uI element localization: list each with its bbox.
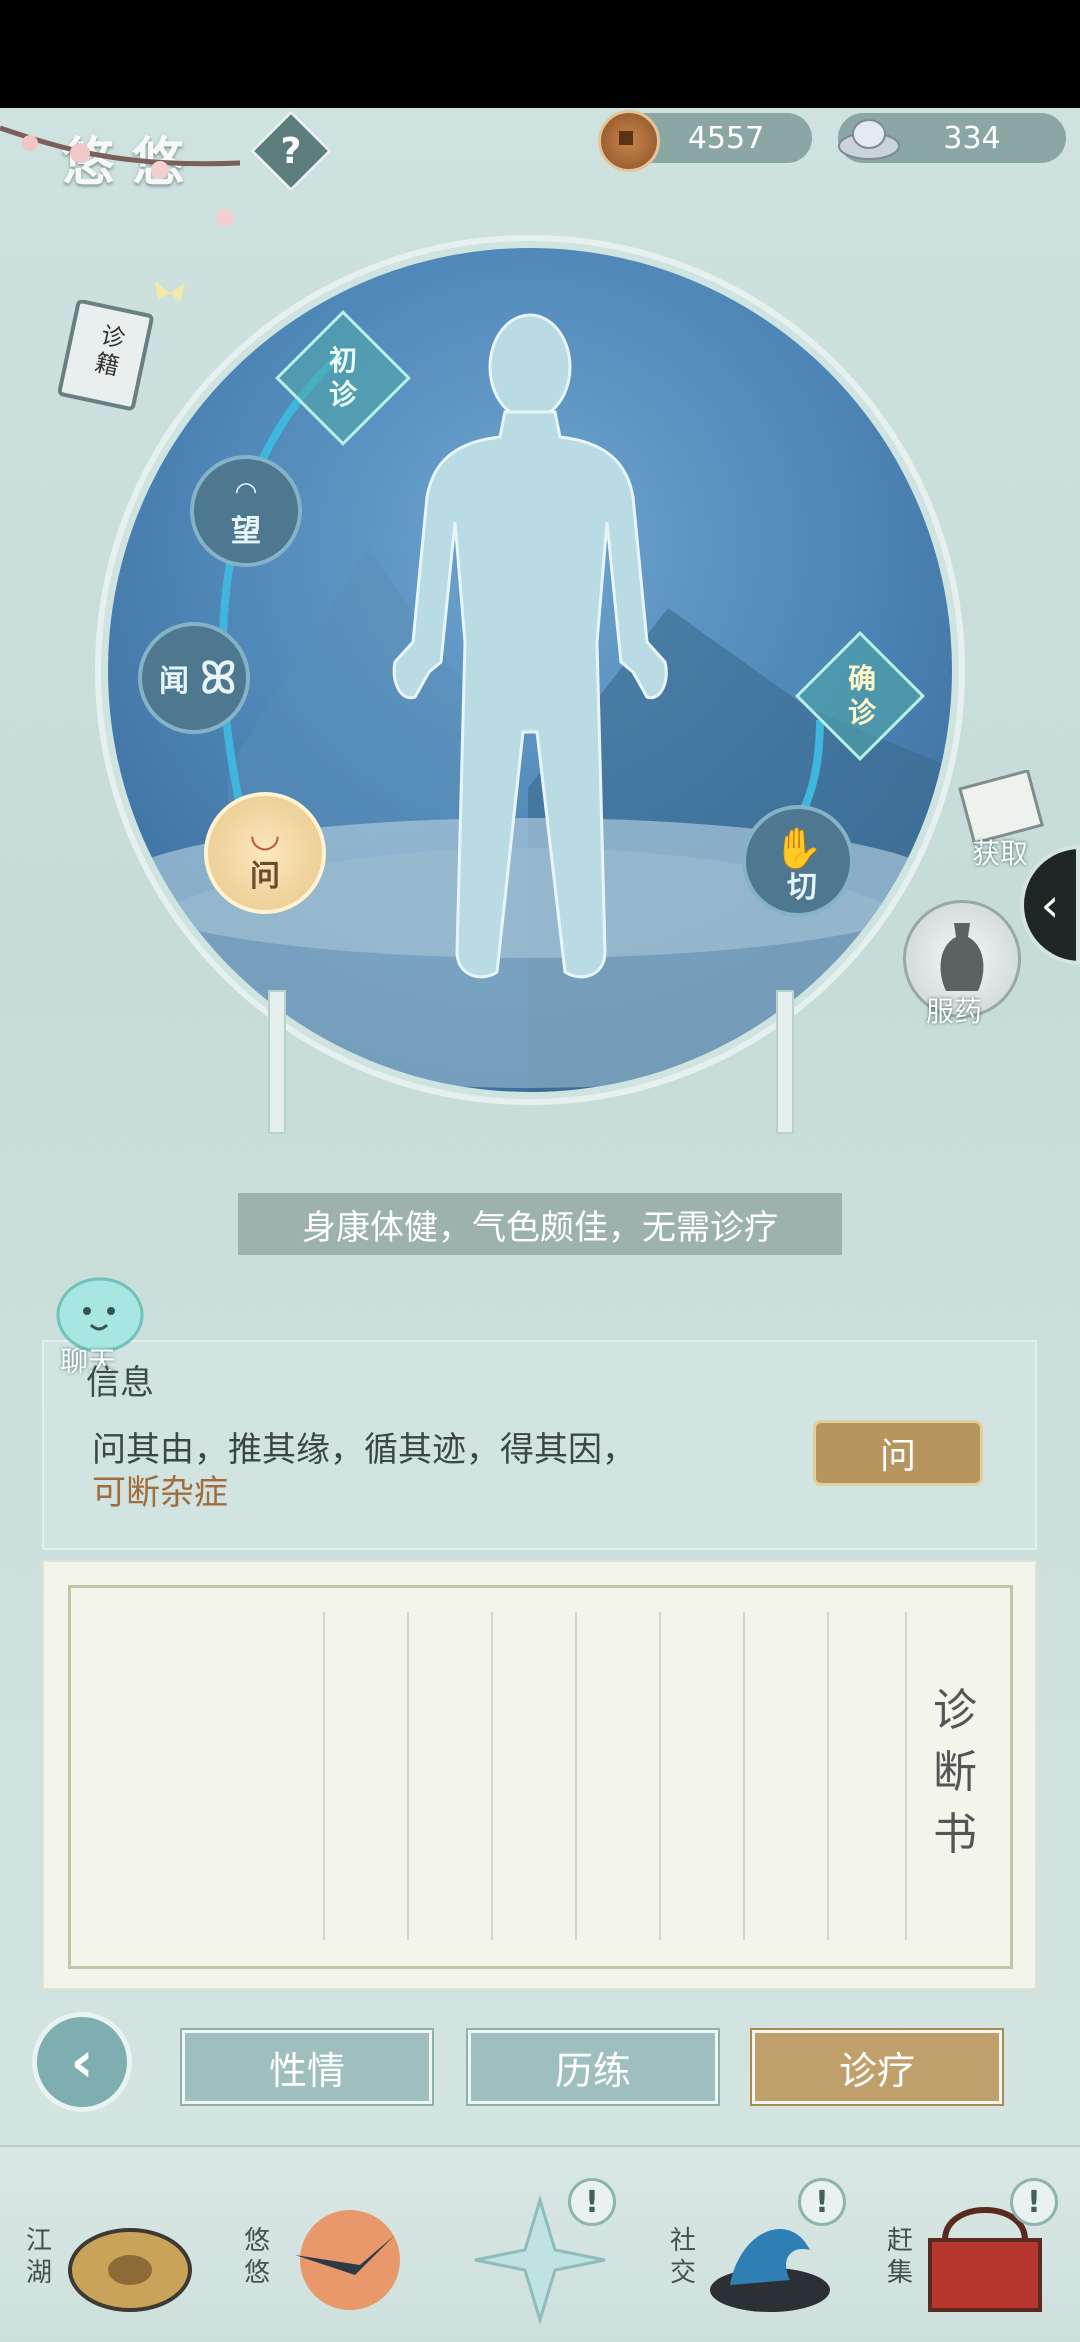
chevron-left-icon: ‹ bbox=[1040, 878, 1060, 932]
silver-value: 334 bbox=[943, 120, 1001, 156]
chevron-left-icon: ‹ bbox=[70, 2029, 94, 2095]
frame-leg-left bbox=[268, 990, 286, 1134]
paper-line bbox=[905, 1612, 907, 1940]
back-button[interactable]: ‹ bbox=[32, 2012, 132, 2112]
nav-youyou[interactable] bbox=[275, 2195, 405, 2325]
tab-treatment[interactable]: 诊疗 bbox=[750, 2028, 1004, 2106]
help-icon: ? bbox=[280, 130, 302, 172]
home-alert-badge: ! bbox=[568, 2178, 616, 2226]
paper-line bbox=[827, 1612, 829, 1940]
ear-icon: ꕤ bbox=[200, 652, 237, 704]
nav-ganji-label: 赶集 bbox=[886, 2226, 913, 2288]
human-body-silhouette[interactable] bbox=[365, 312, 695, 992]
market-alert-badge: ! bbox=[1010, 2178, 1058, 2226]
info-description: 问其由，推其缘，循其迹，得其因， bbox=[92, 1430, 636, 1470]
initial-diagnosis-label: 初诊 bbox=[328, 344, 357, 411]
copper-coin-icon bbox=[598, 110, 660, 172]
paper-line bbox=[407, 1612, 409, 1940]
tab-experience[interactable]: 历练 bbox=[466, 2028, 720, 2106]
ask-button[interactable]: 问 bbox=[813, 1420, 983, 1486]
diagnosis-paper-border bbox=[68, 1585, 1013, 1969]
nav-jianghu[interactable] bbox=[60, 2200, 200, 2320]
health-status-caption: 身康体健，气色颇佳，无需诊疗 bbox=[238, 1193, 842, 1255]
eye-icon: ◠ bbox=[234, 477, 258, 507]
paper-line bbox=[659, 1612, 661, 1940]
take-medicine-label: 服药 bbox=[926, 995, 983, 1028]
swallow-icon bbox=[295, 2210, 400, 2310]
obtain-label: 获取 bbox=[972, 837, 1029, 870]
status-bar bbox=[0, 0, 1080, 108]
nav-jianghu-label: 江湖 bbox=[25, 2226, 52, 2288]
ask-step-label: 问 bbox=[250, 859, 280, 894]
paper-line bbox=[575, 1612, 577, 1940]
straw-hat-icon bbox=[68, 2228, 192, 2312]
ask-step-button[interactable]: ◡ 问 bbox=[204, 792, 326, 914]
nav-youyou-label: 悠悠 bbox=[243, 2226, 270, 2288]
paper-line bbox=[491, 1612, 493, 1940]
nav-shejiao-label: 社交 bbox=[669, 2226, 696, 2288]
look-step-label: 望 bbox=[231, 514, 261, 549]
diagnosis-paper-title: 诊断书 bbox=[933, 1685, 977, 1860]
silver-ingot-icon bbox=[836, 112, 902, 162]
paper-line bbox=[323, 1612, 325, 1940]
info-title: 信息 bbox=[86, 1363, 154, 1403]
hand-icon: ✋ bbox=[773, 826, 823, 872]
listen-step-button[interactable]: 闻 ꕤ bbox=[138, 622, 250, 734]
paper-line bbox=[743, 1612, 745, 1940]
listen-step-label: 闻 bbox=[159, 664, 189, 699]
medicine-jar-icon bbox=[940, 923, 984, 991]
side-panel-toggle[interactable]: ‹ bbox=[1020, 845, 1080, 965]
help-button[interactable]: ? bbox=[249, 109, 333, 193]
tab-temperament[interactable]: 性情 bbox=[180, 2028, 434, 2106]
confirm-diagnosis-label: 确诊 bbox=[847, 662, 876, 729]
social-alert-badge: ! bbox=[798, 2178, 846, 2226]
look-step-button[interactable]: ◠ 望 bbox=[190, 455, 302, 567]
info-highlight: 可断杂症 bbox=[92, 1473, 228, 1513]
copper-coin-value: 4557 bbox=[687, 120, 765, 156]
frame-leg-right bbox=[776, 990, 794, 1134]
lips-icon: ◡ bbox=[249, 814, 281, 855]
pulse-step-button[interactable]: ✋ 切 bbox=[742, 805, 854, 917]
plum-blossom-decoration bbox=[0, 108, 260, 248]
